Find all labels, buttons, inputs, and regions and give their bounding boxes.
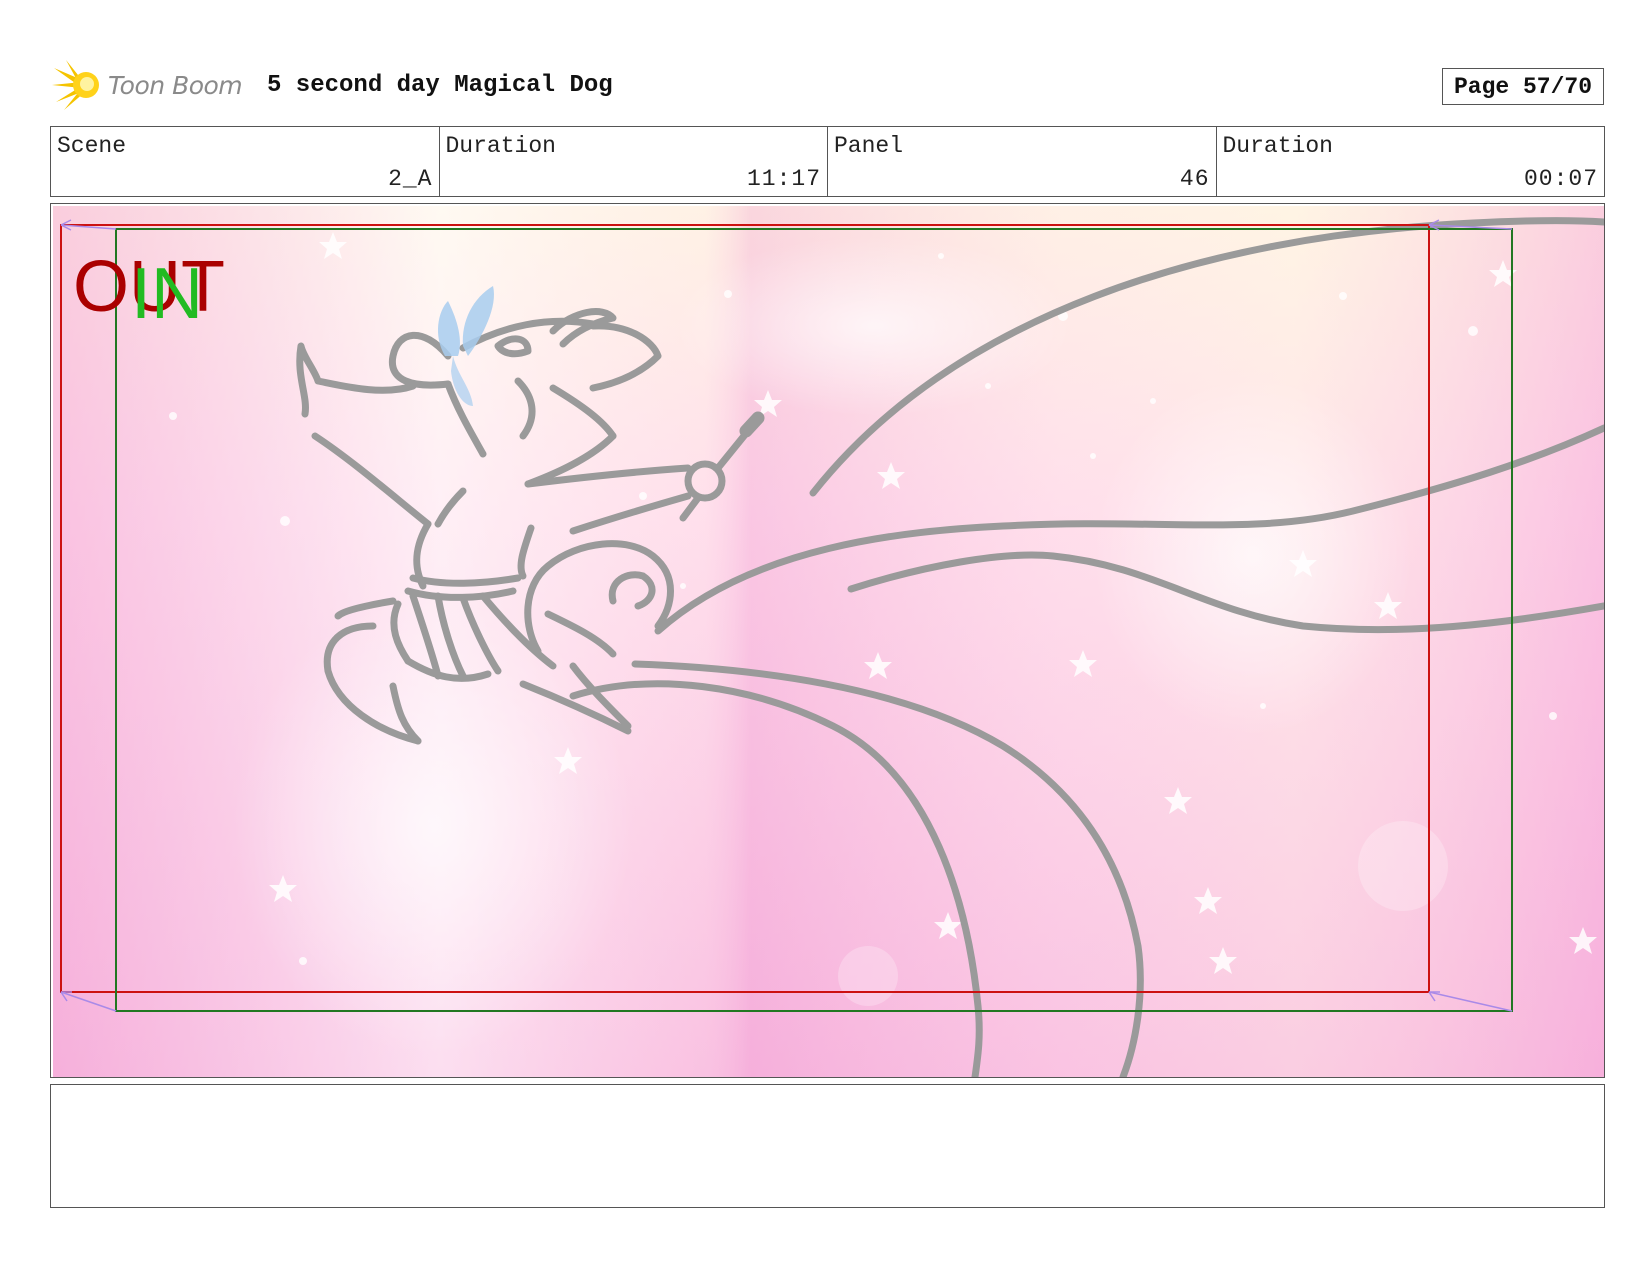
scene-label: Scene (57, 133, 127, 159)
panel-artwork: OUT IN (53, 206, 1604, 1077)
page-indicator: Page 57/70 (1442, 68, 1604, 105)
scene-duration-value: 11:17 (746, 166, 821, 192)
storyboard-panel: OUT IN (50, 203, 1605, 1078)
panel-duration-value: 00:07 (1523, 166, 1598, 192)
scene-cell: Scene 2_A (51, 127, 440, 196)
panel-duration-label: Duration (1222, 133, 1333, 159)
sparkle-background (53, 206, 1604, 1077)
toon-boom-logo: Toon Boom (52, 58, 243, 112)
scene-duration-cell: Duration 11:17 (440, 127, 828, 196)
panel-cell: Panel 46 (828, 127, 1217, 196)
document-title: 5 second day Magical Dog (267, 72, 613, 99)
scene-info-table: Scene 2_A Duration 11:17 Panel 46 Durati… (50, 126, 1605, 197)
panel-duration-cell: Duration 00:07 (1217, 127, 1605, 196)
panel-value: 46 (1179, 166, 1210, 192)
scene-duration-label: Duration (445, 133, 556, 159)
logo-text: Toon Boom (108, 70, 243, 100)
panel-notes-box (50, 1084, 1605, 1208)
in-frame-label: IN (131, 254, 203, 334)
starburst-icon (52, 60, 99, 110)
panel-label: Panel (834, 133, 904, 159)
scene-value: 2_A (388, 166, 433, 192)
